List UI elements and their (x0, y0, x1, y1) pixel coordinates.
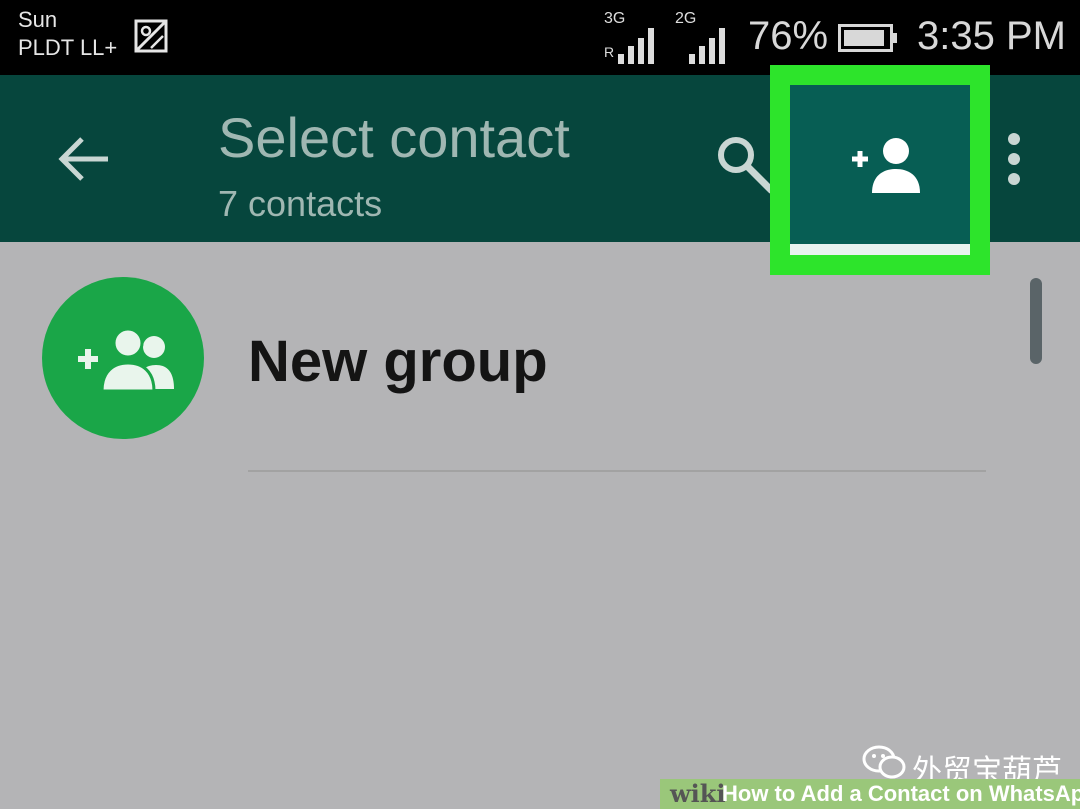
wechat-icon (862, 745, 906, 779)
list-item-new-group[interactable]: New group (0, 242, 1080, 482)
carrier-line-2: PLDT LL+ (18, 35, 118, 60)
app-bar: Select contact 7 contacts (0, 65, 1080, 275)
contact-count: 7 contacts (218, 183, 383, 224)
carrier-line-1: Sun (18, 7, 58, 32)
group-add-icon (78, 327, 174, 393)
wikihow-banner: wiki How to Add a Contact on WhatsApp (660, 779, 1080, 809)
roaming-label: R (604, 44, 615, 60)
search-icon[interactable] (714, 133, 776, 195)
new-group-label: New group (248, 329, 548, 394)
divider (248, 470, 986, 472)
scrollbar[interactable] (1030, 278, 1042, 364)
status-bar: Sun PLDT LL+ 3G R 2G 76% 3:35 PM (0, 0, 1080, 75)
clock: 3:35 PM (917, 14, 1066, 58)
howto-title: How to Add a Contact on WhatsApp (722, 781, 1080, 806)
battery-icon (838, 24, 897, 52)
add-contact-icon (852, 138, 920, 193)
signal-icon (689, 28, 725, 64)
photo-icon (134, 19, 168, 53)
battery-percent: 76% (748, 14, 829, 58)
page-title: Select contact (218, 106, 570, 169)
more-vert-icon[interactable] (1004, 133, 1024, 185)
arrow-left-icon[interactable] (58, 137, 110, 181)
avatar (42, 277, 204, 439)
carrier-name: Sun PLDT LL+ (18, 6, 117, 62)
wiki-logo-text: wiki (670, 779, 726, 808)
signal-icon (618, 28, 654, 64)
